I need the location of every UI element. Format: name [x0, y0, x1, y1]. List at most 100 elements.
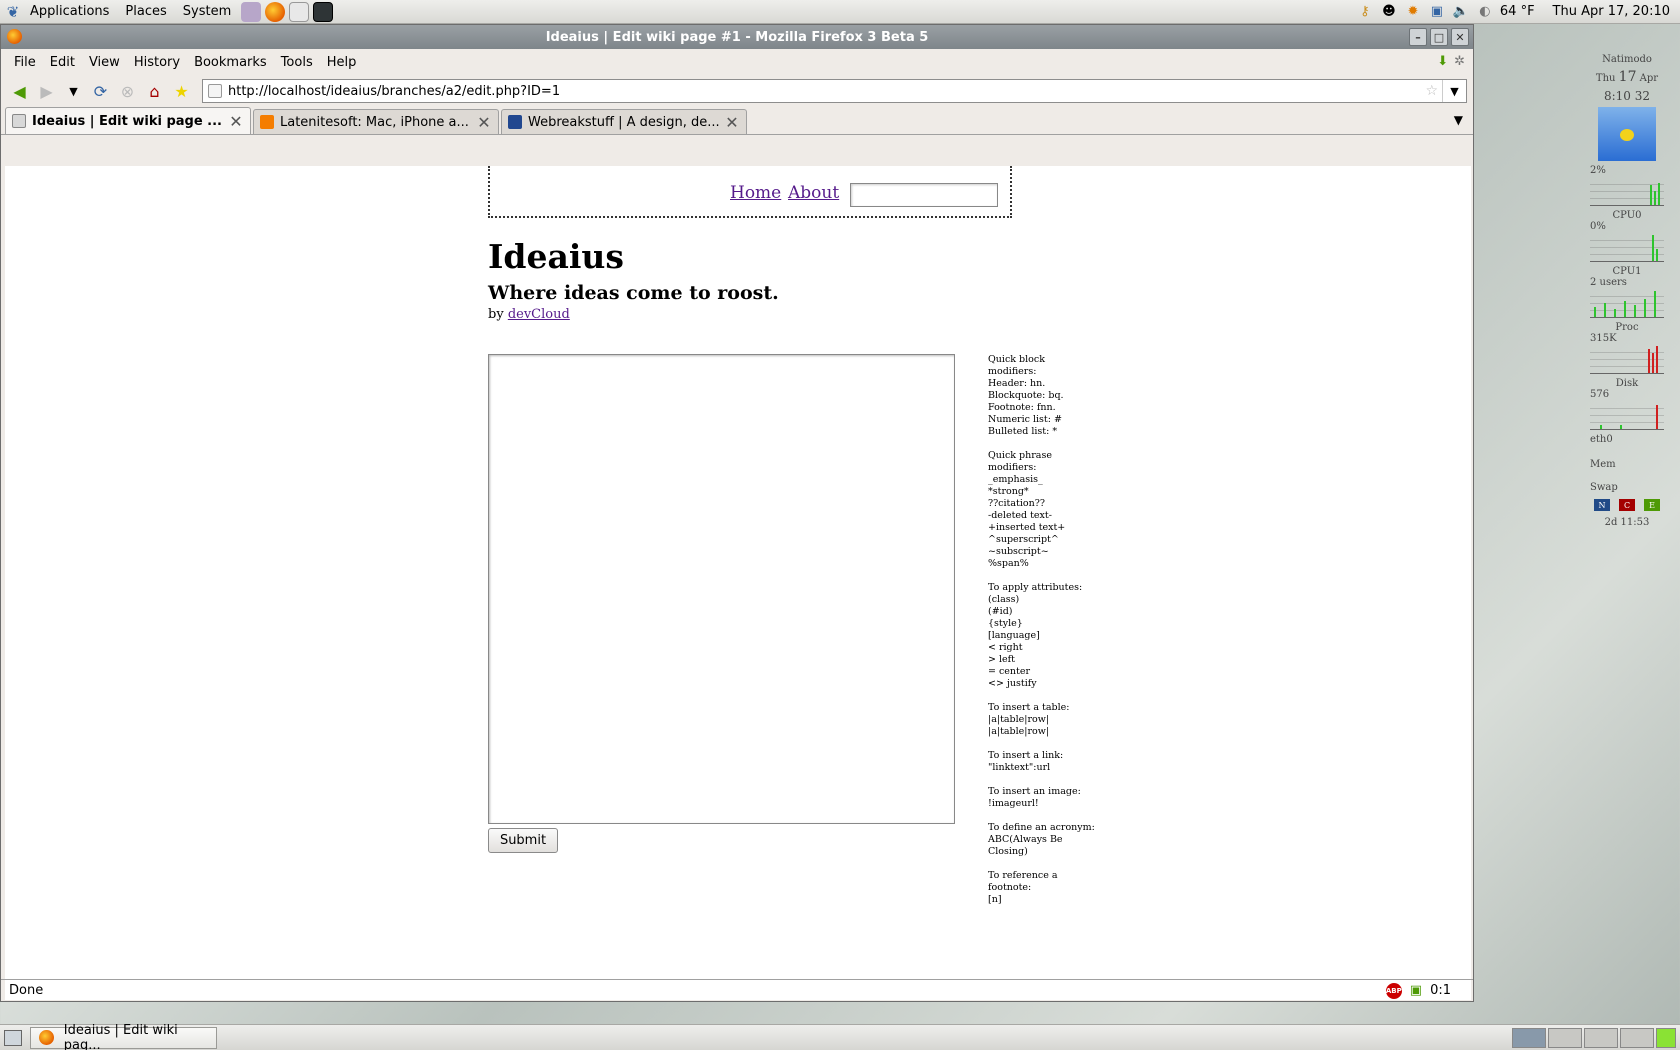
- submit-button[interactable]: Submit: [488, 828, 558, 853]
- help-line: *strong*: [988, 486, 1029, 497]
- volume-icon[interactable]: 🔈: [1452, 3, 1470, 21]
- update-icon[interactable]: ✹: [1404, 3, 1422, 21]
- url-dropdown-icon[interactable]: ▼: [1442, 80, 1466, 102]
- pidgin-launcher-icon[interactable]: [241, 1, 262, 22]
- help-line: ??citation??: [988, 498, 1045, 509]
- minimize-button[interactable]: –: [1409, 28, 1427, 46]
- workspace-3[interactable]: [1584, 1027, 1618, 1048]
- history-dropdown-icon[interactable]: ▼: [61, 79, 86, 104]
- taskbar-firefox-label: Ideaius | Edit wiki pag...: [63, 1022, 178, 1050]
- workspace-1[interactable]: [1512, 1027, 1546, 1048]
- weather-icon[interactable]: ◐: [1476, 3, 1494, 21]
- help-line: Blockquote: bq.: [988, 390, 1064, 401]
- site-tagline: Where ideas come to roost.: [488, 282, 779, 304]
- help-block: To insert a table: |a|table|row| |a|table|…: [988, 702, 1108, 738]
- tab-close-icon[interactable]: ✕: [724, 113, 740, 132]
- help-line: (class): [988, 594, 1020, 605]
- firefox-icon[interactable]: [7, 29, 22, 44]
- trash-icon[interactable]: [1656, 1027, 1676, 1048]
- help-line: <> justify: [988, 678, 1037, 689]
- help-line: +inserted text+: [988, 522, 1066, 533]
- taskbar-firefox-item[interactable]: Ideaius | Edit wiki pag...: [30, 1023, 217, 1050]
- gk-swap-label: Swap: [1590, 482, 1618, 493]
- status-counter: 0:1: [1430, 983, 1451, 998]
- help-block: Quick block modifiers: Header: hn. Blockquo…: [988, 354, 1108, 438]
- url-bar[interactable]: http://localhost/ideaius/branches/a2/edi…: [202, 79, 1467, 103]
- back-button[interactable]: ◀: [7, 79, 32, 104]
- menu-file[interactable]: File: [7, 55, 43, 70]
- applications-menu[interactable]: Applications: [22, 4, 117, 19]
- url-text[interactable]: http://localhost/ideaius/branches/a2/edi…: [228, 84, 560, 99]
- home-button[interactable]: ⌂: [142, 79, 167, 104]
- workspace-4[interactable]: [1620, 1027, 1654, 1048]
- clock[interactable]: Thu Apr 17, 20:10: [1553, 4, 1670, 19]
- status-bar: Done ABP ▣ 0:1: [1, 979, 1473, 1001]
- menu-edit[interactable]: Edit: [43, 55, 82, 70]
- gk-n-button[interactable]: N: [1594, 499, 1610, 511]
- close-button[interactable]: ✕: [1451, 28, 1469, 46]
- menu-history[interactable]: History: [127, 55, 187, 70]
- gk-e-button[interactable]: E: [1644, 499, 1660, 511]
- menu-tools[interactable]: Tools: [274, 55, 320, 70]
- forward-button[interactable]: ▶: [34, 79, 59, 104]
- tab-list-chevron-icon[interactable]: ▼: [1454, 113, 1463, 127]
- adblock-icon[interactable]: ABP: [1385, 982, 1402, 999]
- wiki-editor-textarea[interactable]: [488, 354, 955, 824]
- workspace-2[interactable]: [1548, 1027, 1582, 1048]
- firefox-launcher-icon[interactable]: [265, 1, 286, 22]
- tab-close-icon[interactable]: ✕: [476, 113, 492, 132]
- site-search-input[interactable]: [850, 183, 998, 207]
- tab-close-icon[interactable]: ✕: [228, 112, 244, 131]
- window-titlebar[interactable]: Ideaius | Edit wiki page #1 - Mozilla Fi…: [1, 25, 1473, 49]
- gk-cpu1-users: 2 users: [1590, 277, 1627, 288]
- terminal-launcher-icon[interactable]: [313, 1, 334, 22]
- gk-top-graph: [1590, 178, 1664, 206]
- site-byline: by devCloud: [488, 307, 570, 322]
- bookmark-star-icon[interactable]: ★: [169, 79, 194, 104]
- gk-c-button[interactable]: C: [1619, 499, 1635, 511]
- reload-button[interactable]: ⟳: [88, 79, 113, 104]
- places-menu[interactable]: Places: [117, 4, 174, 19]
- bottom-panel: Ideaius | Edit wiki pag...: [0, 1023, 1680, 1050]
- help-line: < right: [988, 642, 1023, 653]
- gk-disk-val: 576: [1590, 389, 1610, 400]
- textile-help: Quick block modifiers: Header: hn. Blockquo…: [988, 354, 1108, 918]
- bookmark-page-star-icon[interactable]: ☆: [1425, 83, 1438, 99]
- nav-home-link[interactable]: Home: [730, 183, 781, 203]
- stop-button[interactable]: ⊗: [115, 79, 140, 104]
- tab-ideaius[interactable]: Ideaius | Edit wiki page ... ✕: [5, 107, 251, 134]
- gk-host: Natimodo: [1602, 54, 1652, 65]
- help-line: footnote:: [988, 882, 1032, 893]
- help-line: _emphasis_: [988, 474, 1043, 485]
- temperature-label[interactable]: 64 °F: [1500, 4, 1535, 19]
- help-line: ~subscript~: [988, 546, 1049, 557]
- tab-webreakstuff[interactable]: Webreakstuff | A design, de... ✕: [501, 109, 747, 134]
- help-line: !imageurl!: [988, 798, 1039, 809]
- nav-about-link[interactable]: About: [788, 183, 839, 203]
- user-icon[interactable]: ☻: [1380, 3, 1398, 21]
- maximize-button[interactable]: □: [1430, 28, 1448, 46]
- email-launcher-icon[interactable]: [289, 1, 310, 22]
- help-line: {style}: [988, 618, 1023, 629]
- tab-latenitesoft[interactable]: Latenitesoft: Mac, iPhone a... ✕: [253, 109, 499, 134]
- gnome-foot-icon[interactable]: ❦: [4, 3, 22, 21]
- system-menu[interactable]: System: [175, 4, 239, 19]
- status-text: Done: [9, 983, 44, 998]
- help-line: Header: hn.: [988, 378, 1046, 389]
- show-desktop-icon[interactable]: [4, 1029, 22, 1046]
- download-icon[interactable]: ⬇: [1437, 54, 1448, 69]
- menu-help[interactable]: Help: [320, 55, 364, 70]
- help-block: To reference a footnote: [n]: [988, 870, 1108, 906]
- network-icon[interactable]: ▣: [1428, 3, 1446, 21]
- help-line: ^superscript^: [988, 534, 1059, 545]
- gk-proc-graph: [1590, 346, 1664, 374]
- menu-bookmarks[interactable]: Bookmarks: [187, 55, 274, 70]
- help-line: To insert a link:: [988, 750, 1064, 761]
- firefox-task-icon: [39, 1030, 54, 1045]
- menu-view[interactable]: View: [82, 55, 127, 70]
- author-link[interactable]: devCloud: [508, 307, 570, 322]
- keys-icon[interactable]: ⚷: [1356, 3, 1374, 21]
- help-line: [language]: [988, 630, 1040, 641]
- extension-icon[interactable]: ▣: [1410, 983, 1422, 998]
- site-identity-icon[interactable]: [208, 84, 222, 98]
